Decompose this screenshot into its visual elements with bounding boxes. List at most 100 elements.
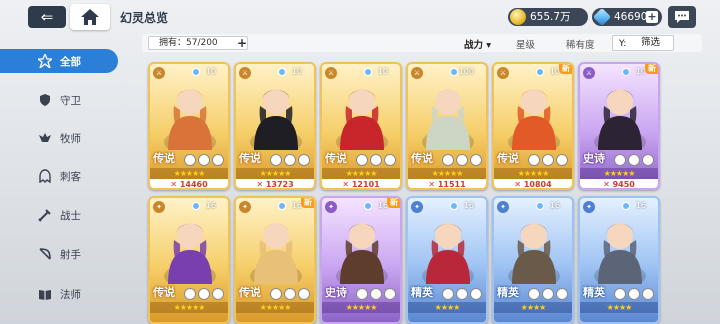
element-icon xyxy=(470,288,482,300)
combat-power: ✕ 12101 xyxy=(322,179,400,188)
hero-card[interactable]: ⚔ 10 新史诗 ★★★★★ ✕ 9450 xyxy=(578,62,660,190)
element-icon xyxy=(370,288,382,300)
star-rating: ★★★★★ xyxy=(150,302,228,313)
combat-power: ✕ 9450 xyxy=(580,179,658,188)
star-rating: ★★★★★ xyxy=(322,302,400,313)
hero-card[interactable]: ⚔ 100 传说 ★★★★★ ✕ 11511 xyxy=(406,62,488,190)
element-icon xyxy=(542,288,554,300)
hero-portrait xyxy=(594,223,646,284)
hero-card[interactable]: ✦ 16 传说 ★★★★★ xyxy=(148,196,230,324)
element-icon xyxy=(442,154,454,166)
star-rating: ★★★★ xyxy=(408,302,486,313)
star-rating: ★★★★★ xyxy=(580,168,658,179)
element-icon xyxy=(270,154,282,166)
rarity-label: 传说 xyxy=(411,152,433,165)
hero-level: 10 xyxy=(291,67,302,76)
element-icon xyxy=(198,288,210,300)
element-gem-icon xyxy=(278,68,286,76)
hero-card[interactable]: ✦ 16 精英 ★★★★ xyxy=(492,196,574,324)
rarity-label: 传说 xyxy=(153,286,175,299)
element-icon xyxy=(384,154,396,166)
rarity-label: 传说 xyxy=(239,286,261,299)
hero-level: 100 xyxy=(458,67,474,76)
element-icon xyxy=(456,154,468,166)
new-badge: 新 xyxy=(559,64,572,74)
element-gem-icon xyxy=(622,68,630,76)
rarity-label: 史诗 xyxy=(325,286,347,299)
hero-portrait xyxy=(508,89,560,150)
hero-portrait xyxy=(422,89,474,150)
hero-card[interactable]: ⚔ 10 传说 ★★★★★ ✕ 14460 xyxy=(148,62,230,190)
hero-card[interactable]: ⚔ 10 传说 ★★★★★ ✕ 13723 xyxy=(234,62,316,190)
hero-portrait xyxy=(164,223,216,284)
rarity-label: 传说 xyxy=(153,152,175,165)
element-gem-icon xyxy=(536,68,544,76)
element-gem-icon xyxy=(278,202,286,210)
element-icon xyxy=(384,288,396,300)
hero-portrait xyxy=(164,89,216,150)
hero-portrait xyxy=(594,89,646,150)
element-icon xyxy=(614,154,626,166)
element-icon xyxy=(356,154,368,166)
rarity-label: 精英 xyxy=(411,286,433,299)
element-gem-icon xyxy=(450,202,458,210)
element-gem-icon xyxy=(622,202,630,210)
hero-portrait xyxy=(508,223,560,284)
new-badge: 新 xyxy=(645,64,658,74)
element-icon xyxy=(642,154,654,166)
element-icon xyxy=(614,288,626,300)
rarity-label: 传说 xyxy=(497,152,519,165)
hero-level: 16 xyxy=(549,201,560,210)
element-gem-icon xyxy=(192,68,200,76)
element-icon xyxy=(356,288,368,300)
element-icon xyxy=(370,154,382,166)
star-rating: ★★★★★ xyxy=(236,302,314,313)
combat-power: ✕ 11511 xyxy=(408,179,486,188)
rarity-label: 传说 xyxy=(239,152,261,165)
hero-level: 16 xyxy=(205,201,216,210)
element-icon xyxy=(212,154,224,166)
new-badge: 新 xyxy=(301,198,314,208)
hero-card[interactable]: ✦ 16 精英 ★★★★ xyxy=(578,196,660,324)
element-icon xyxy=(198,154,210,166)
star-rating: ★★★★★ xyxy=(150,168,228,179)
hero-card[interactable]: ✦ 16 新传说 ★★★★★ xyxy=(234,196,316,324)
hero-level: 16 xyxy=(463,201,474,210)
element-icon xyxy=(442,288,454,300)
element-icon xyxy=(298,154,310,166)
rarity-label: 史诗 xyxy=(583,152,605,165)
star-rating: ★★★★★ xyxy=(408,168,486,179)
rarity-label: 精英 xyxy=(497,286,519,299)
element-gem-icon xyxy=(450,68,458,76)
hero-portrait xyxy=(250,223,302,284)
star-rating: ★★★★★ xyxy=(236,168,314,179)
element-icon xyxy=(556,288,568,300)
hero-card[interactable]: ✦ 16 精英 ★★★★ xyxy=(406,196,488,324)
combat-power: ✕ 14460 xyxy=(150,179,228,188)
element-gem-icon xyxy=(364,202,372,210)
element-icon xyxy=(628,288,640,300)
element-icon xyxy=(470,154,482,166)
hero-card[interactable]: ⚔ 10 传说 ★★★★★ ✕ 12101 xyxy=(320,62,402,190)
hero-portrait xyxy=(422,223,474,284)
element-gem-icon xyxy=(192,202,200,210)
element-icon xyxy=(528,154,540,166)
combat-power: ✕ 13723 xyxy=(236,179,314,188)
hero-card[interactable]: ✦ 16 新史诗 ★★★★★ xyxy=(320,196,402,324)
star-rating: ★★★★ xyxy=(494,302,572,313)
element-icon xyxy=(184,288,196,300)
element-icon xyxy=(628,154,640,166)
element-icon xyxy=(556,154,568,166)
hero-portrait xyxy=(250,89,302,150)
hero-card[interactable]: ⚔ 10 新传说 ★★★★★ ✕ 10804 xyxy=(492,62,574,190)
element-icon xyxy=(642,288,654,300)
hero-portrait xyxy=(336,89,388,150)
rarity-label: 传说 xyxy=(325,152,347,165)
element-icon xyxy=(528,288,540,300)
combat-power: ✕ 10804 xyxy=(494,179,572,188)
element-icon xyxy=(542,154,554,166)
element-icon xyxy=(270,288,282,300)
hero-level: 10 xyxy=(377,67,388,76)
hero-portrait xyxy=(336,223,388,284)
star-rating: ★★★★★ xyxy=(494,168,572,179)
